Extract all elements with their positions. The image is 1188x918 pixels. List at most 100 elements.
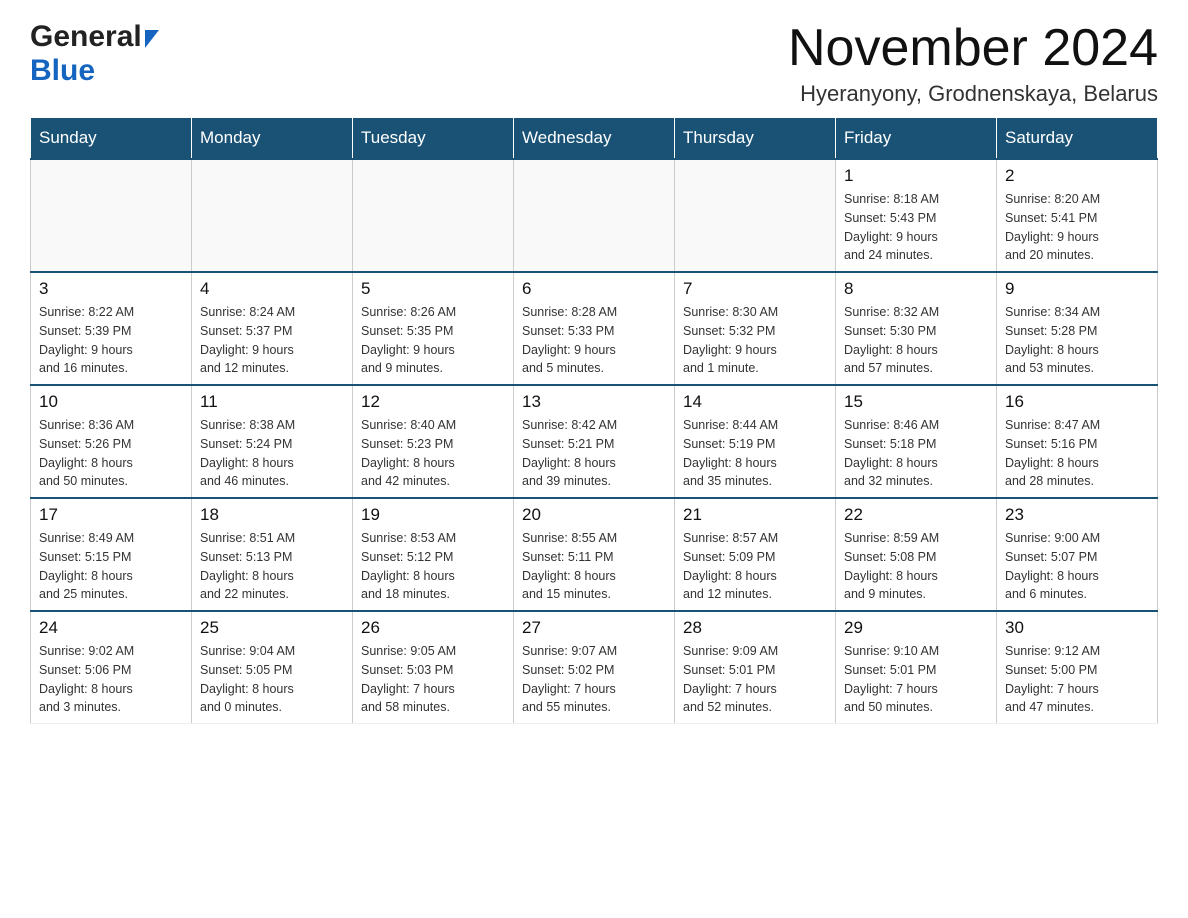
calendar-cell: 15 Sunrise: 8:46 AM Sunset: 5:18 PM Dayli… <box>836 385 997 498</box>
calendar-table: SundayMondayTuesdayWednesdayThursdayFrid… <box>30 117 1158 724</box>
calendar-cell: 4 Sunrise: 8:24 AM Sunset: 5:37 PM Daylig… <box>192 272 353 385</box>
calendar-week-4: 17 Sunrise: 8:49 AM Sunset: 5:15 PM Dayli… <box>31 498 1158 611</box>
day-number: 15 <box>844 392 988 412</box>
day-number: 20 <box>522 505 666 525</box>
logo-blue: Blue <box>30 54 95 87</box>
day-info: Sunrise: 9:02 AM Sunset: 5:06 PM Dayligh… <box>39 642 183 717</box>
day-number: 22 <box>844 505 988 525</box>
weekday-header-thursday: Thursday <box>675 118 836 160</box>
calendar-cell: 26 Sunrise: 9:05 AM Sunset: 5:03 PM Dayli… <box>353 611 514 724</box>
calendar-cell: 19 Sunrise: 8:53 AM Sunset: 5:12 PM Dayli… <box>353 498 514 611</box>
calendar-cell: 3 Sunrise: 8:22 AM Sunset: 5:39 PM Daylig… <box>31 272 192 385</box>
day-info: Sunrise: 8:36 AM Sunset: 5:26 PM Dayligh… <box>39 416 183 491</box>
calendar-cell: 29Sunrise: 9:10 AM Sunset: 5:01 PM Dayli… <box>836 611 997 724</box>
day-info: Sunrise: 8:26 AM Sunset: 5:35 PM Dayligh… <box>361 303 505 378</box>
day-info: Sunrise: 8:24 AM Sunset: 5:37 PM Dayligh… <box>200 303 344 378</box>
day-info: Sunrise: 8:30 AM Sunset: 5:32 PM Dayligh… <box>683 303 827 378</box>
day-info: Sunrise: 8:53 AM Sunset: 5:12 PM Dayligh… <box>361 529 505 604</box>
calendar-cell: 18 Sunrise: 8:51 AM Sunset: 5:13 PM Dayli… <box>192 498 353 611</box>
calendar-cell: 21 Sunrise: 8:57 AM Sunset: 5:09 PM Dayli… <box>675 498 836 611</box>
day-number: 14 <box>683 392 827 412</box>
day-info: Sunrise: 8:47 AM Sunset: 5:16 PM Dayligh… <box>1005 416 1149 491</box>
day-number: 25 <box>200 618 344 638</box>
day-info: Sunrise: 9:04 AM Sunset: 5:05 PM Dayligh… <box>200 642 344 717</box>
day-number: 2 <box>1005 166 1149 186</box>
calendar-cell: 23Sunrise: 9:00 AM Sunset: 5:07 PM Dayli… <box>997 498 1158 611</box>
calendar-cell: 2 Sunrise: 8:20 AM Sunset: 5:41 PM Daylig… <box>997 159 1158 272</box>
calendar-cell: 6 Sunrise: 8:28 AM Sunset: 5:33 PM Daylig… <box>514 272 675 385</box>
day-info: Sunrise: 8:34 AM Sunset: 5:28 PM Dayligh… <box>1005 303 1149 378</box>
calendar-cell: 27 Sunrise: 9:07 AM Sunset: 5:02 PM Dayli… <box>514 611 675 724</box>
day-number: 3 <box>39 279 183 299</box>
day-number: 18 <box>200 505 344 525</box>
day-number: 29 <box>844 618 988 638</box>
day-number: 27 <box>522 618 666 638</box>
day-info: Sunrise: 9:07 AM Sunset: 5:02 PM Dayligh… <box>522 642 666 717</box>
day-info: Sunrise: 8:42 AM Sunset: 5:21 PM Dayligh… <box>522 416 666 491</box>
logo-general: General <box>30 20 142 54</box>
calendar-cell: 5Sunrise: 8:26 AM Sunset: 5:35 PM Daylig… <box>353 272 514 385</box>
day-info: Sunrise: 8:51 AM Sunset: 5:13 PM Dayligh… <box>200 529 344 604</box>
day-info: Sunrise: 8:32 AM Sunset: 5:30 PM Dayligh… <box>844 303 988 378</box>
calendar-cell <box>353 159 514 272</box>
calendar-cell: 14 Sunrise: 8:44 AM Sunset: 5:19 PM Dayli… <box>675 385 836 498</box>
calendar-cell: 1Sunrise: 8:18 AM Sunset: 5:43 PM Daylig… <box>836 159 997 272</box>
calendar-cell: 25 Sunrise: 9:04 AM Sunset: 5:05 PM Dayli… <box>192 611 353 724</box>
calendar-header-row: SundayMondayTuesdayWednesdayThursdayFrid… <box>31 118 1158 160</box>
day-number: 26 <box>361 618 505 638</box>
calendar-cell: 7 Sunrise: 8:30 AM Sunset: 5:32 PM Daylig… <box>675 272 836 385</box>
calendar-cell: 8 Sunrise: 8:32 AM Sunset: 5:30 PM Daylig… <box>836 272 997 385</box>
calendar-cell <box>675 159 836 272</box>
calendar-week-1: 1Sunrise: 8:18 AM Sunset: 5:43 PM Daylig… <box>31 159 1158 272</box>
calendar-cell: 30Sunrise: 9:12 AM Sunset: 5:00 PM Dayli… <box>997 611 1158 724</box>
day-info: Sunrise: 8:40 AM Sunset: 5:23 PM Dayligh… <box>361 416 505 491</box>
day-number: 24 <box>39 618 183 638</box>
day-number: 21 <box>683 505 827 525</box>
weekday-header-wednesday: Wednesday <box>514 118 675 160</box>
logo-icon <box>145 30 159 48</box>
page-subtitle: Hyeranyony, Grodnenskaya, Belarus <box>788 81 1158 107</box>
calendar-cell: 28Sunrise: 9:09 AM Sunset: 5:01 PM Dayli… <box>675 611 836 724</box>
calendar-cell <box>514 159 675 272</box>
day-info: Sunrise: 8:55 AM Sunset: 5:11 PM Dayligh… <box>522 529 666 604</box>
calendar-cell: 17 Sunrise: 8:49 AM Sunset: 5:15 PM Dayli… <box>31 498 192 611</box>
day-info: Sunrise: 8:20 AM Sunset: 5:41 PM Dayligh… <box>1005 190 1149 265</box>
calendar-cell: 10 Sunrise: 8:36 AM Sunset: 5:26 PM Dayli… <box>31 385 192 498</box>
calendar-cell <box>31 159 192 272</box>
calendar-cell <box>192 159 353 272</box>
day-number: 9 <box>1005 279 1149 299</box>
day-number: 6 <box>522 279 666 299</box>
day-info: Sunrise: 8:44 AM Sunset: 5:19 PM Dayligh… <box>683 416 827 491</box>
calendar-cell: 20 Sunrise: 8:55 AM Sunset: 5:11 PM Dayli… <box>514 498 675 611</box>
day-info: Sunrise: 9:00 AM Sunset: 5:07 PM Dayligh… <box>1005 529 1149 604</box>
day-info: Sunrise: 8:57 AM Sunset: 5:09 PM Dayligh… <box>683 529 827 604</box>
title-area: November 2024 Hyeranyony, Grodnenskaya, … <box>788 20 1158 107</box>
day-number: 4 <box>200 279 344 299</box>
day-number: 7 <box>683 279 827 299</box>
weekday-header-friday: Friday <box>836 118 997 160</box>
day-number: 28 <box>683 618 827 638</box>
day-number: 12 <box>361 392 505 412</box>
day-number: 11 <box>200 392 344 412</box>
day-info: Sunrise: 8:28 AM Sunset: 5:33 PM Dayligh… <box>522 303 666 378</box>
day-info: Sunrise: 8:49 AM Sunset: 5:15 PM Dayligh… <box>39 529 183 604</box>
logo: General Blue <box>30 20 159 88</box>
day-info: Sunrise: 8:46 AM Sunset: 5:18 PM Dayligh… <box>844 416 988 491</box>
calendar-cell: 12 Sunrise: 8:40 AM Sunset: 5:23 PM Dayli… <box>353 385 514 498</box>
day-info: Sunrise: 8:18 AM Sunset: 5:43 PM Dayligh… <box>844 190 988 265</box>
page-title: November 2024 <box>788 20 1158 77</box>
page-header: General Blue November 2024 Hyeranyony, G… <box>30 20 1158 107</box>
day-info: Sunrise: 9:05 AM Sunset: 5:03 PM Dayligh… <box>361 642 505 717</box>
day-number: 17 <box>39 505 183 525</box>
weekday-header-saturday: Saturday <box>997 118 1158 160</box>
calendar-cell: 11Sunrise: 8:38 AM Sunset: 5:24 PM Dayli… <box>192 385 353 498</box>
calendar-cell: 24 Sunrise: 9:02 AM Sunset: 5:06 PM Dayli… <box>31 611 192 724</box>
day-number: 19 <box>361 505 505 525</box>
day-number: 10 <box>39 392 183 412</box>
day-info: Sunrise: 8:59 AM Sunset: 5:08 PM Dayligh… <box>844 529 988 604</box>
calendar-cell: 22 Sunrise: 8:59 AM Sunset: 5:08 PM Dayli… <box>836 498 997 611</box>
day-info: Sunrise: 8:22 AM Sunset: 5:39 PM Dayligh… <box>39 303 183 378</box>
day-number: 8 <box>844 279 988 299</box>
weekday-header-tuesday: Tuesday <box>353 118 514 160</box>
day-info: Sunrise: 9:12 AM Sunset: 5:00 PM Dayligh… <box>1005 642 1149 717</box>
